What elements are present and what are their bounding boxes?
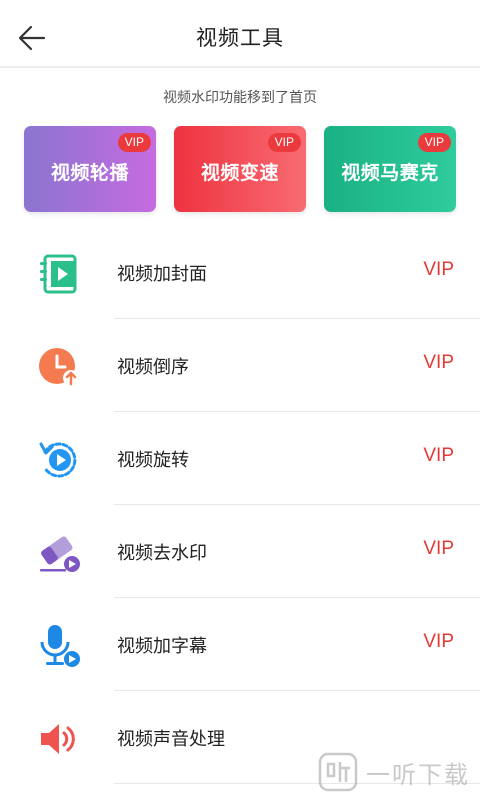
speaker-icon xyxy=(36,716,82,762)
watermark: 一听下载 xyxy=(318,752,470,792)
rotate-play-icon xyxy=(36,437,82,483)
vip-badge: VIP xyxy=(417,133,451,152)
microphone-icon xyxy=(36,623,82,669)
ting-logo xyxy=(318,752,358,792)
eraser-icon xyxy=(36,530,82,576)
tool-label: 视频声音处理 xyxy=(117,729,225,749)
top-bar: 视频工具 xyxy=(0,0,480,68)
vip-tag: VIP xyxy=(423,352,454,373)
tool-label: 视频去水印 xyxy=(117,543,207,563)
vip-tag: VIP xyxy=(423,538,454,559)
vip-tag: VIP xyxy=(423,259,454,280)
card-label: 视频马赛克 xyxy=(341,162,439,184)
card-label: 视频变速 xyxy=(200,162,279,184)
video-cover-icon xyxy=(36,251,82,297)
tool-label: 视频倒序 xyxy=(117,357,189,377)
tool-item-remove-watermark[interactable]: 视频去水印 VIP xyxy=(0,505,480,598)
watermark-text: 一听下载 xyxy=(366,761,470,789)
vip-tag: VIP xyxy=(423,445,454,466)
clock-reverse-icon xyxy=(36,344,82,390)
tool-item-subtitle[interactable]: 视频加字幕 VIP xyxy=(0,598,480,691)
vip-badge: VIP xyxy=(267,133,301,152)
vip-badge: VIP xyxy=(117,133,151,152)
page-title: 视频工具 xyxy=(196,27,284,50)
tool-label: 视频旋转 xyxy=(117,450,189,470)
card-video-mosaic[interactable]: 视频马赛克 VIP xyxy=(324,126,456,212)
notice-text: 视频水印功能移到了首页 xyxy=(163,89,317,105)
tool-label: 视频加字幕 xyxy=(117,636,207,656)
tool-item-cover[interactable]: 视频加封面 VIP xyxy=(0,226,480,319)
tool-label: 视频加封面 xyxy=(117,264,207,284)
tool-list: 视频加封面 VIP 视频倒序 VIP 视频旋转 VIP 视频去水印 VIP 视频… xyxy=(0,226,480,784)
vip-tag: VIP xyxy=(423,631,454,652)
card-video-speed[interactable]: 视频变速 VIP xyxy=(174,126,306,212)
tool-item-reverse[interactable]: 视频倒序 VIP xyxy=(0,319,480,412)
card-video-carousel[interactable]: 视频轮播 VIP xyxy=(24,126,156,212)
card-label: 视频轮播 xyxy=(50,162,129,184)
tool-item-rotate[interactable]: 视频旋转 VIP xyxy=(0,412,480,505)
